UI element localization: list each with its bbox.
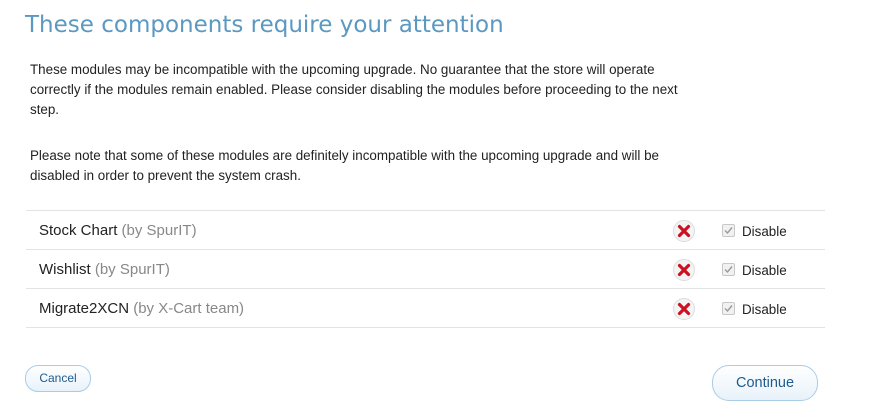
module-name: Wishlist (by SpurIT) — [39, 261, 170, 278]
cancel-button[interactable]: Cancel — [25, 365, 91, 392]
disable-label[interactable]: Disable — [742, 263, 787, 278]
continue-button[interactable]: Continue — [712, 365, 818, 401]
module-author: (by SpurIT) — [121, 222, 197, 239]
module-name: Migrate2XCN (by X-Cart team) — [39, 300, 245, 317]
auto-disable-notice-text: Please note that some of these modules a… — [30, 148, 659, 183]
page-title: These components require your attention — [25, 12, 504, 38]
modules-list: Stock Chart (by SpurIT) Disable Wishlist… — [26, 210, 825, 328]
module-author: (by SpurIT) — [94, 261, 170, 278]
incompatible-x-icon — [673, 259, 695, 281]
module-row-migrate2xcn: Migrate2XCN (by X-Cart team) Disable — [26, 289, 825, 328]
module-row-wishlist: Wishlist (by SpurIT) Disable — [26, 250, 825, 289]
disable-checkbox[interactable] — [722, 224, 735, 237]
incompatibility-warning-text: These modules may be incompatible with t… — [30, 62, 678, 117]
module-name: Stock Chart (by SpurIT) — [39, 222, 197, 239]
incompatible-x-icon — [673, 298, 695, 320]
module-row-stock-chart: Stock Chart (by SpurIT) Disable — [26, 211, 825, 250]
disable-checkbox[interactable] — [722, 263, 735, 276]
incompatible-x-icon — [673, 220, 695, 242]
disable-label[interactable]: Disable — [742, 224, 787, 239]
disable-label[interactable]: Disable — [742, 302, 787, 317]
module-author: (by X-Cart team) — [133, 300, 245, 317]
disable-checkbox[interactable] — [722, 302, 735, 315]
